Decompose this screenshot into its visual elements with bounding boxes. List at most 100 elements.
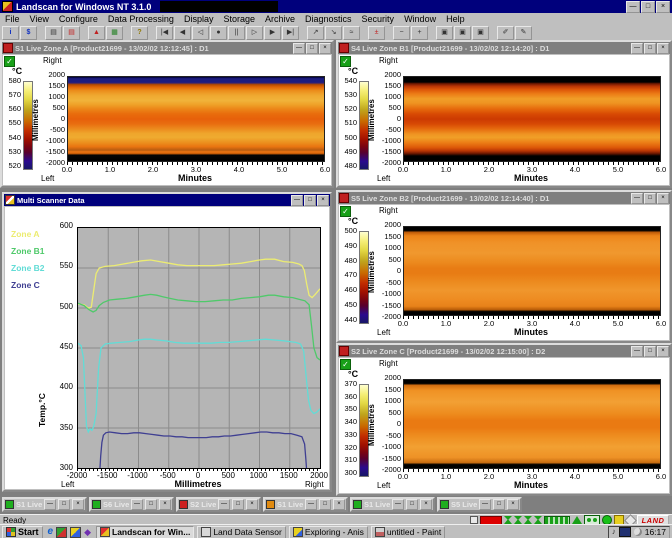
info-icon[interactable]: i — [2, 25, 19, 40]
close-icon[interactable] — [319, 42, 331, 54]
window-titlebar[interactable]: Multi Scanner Data — [4, 194, 330, 206]
display-icon[interactable] — [618, 527, 631, 537]
help-icon[interactable]: ? — [131, 25, 148, 40]
volume-icon[interactable]: ♪ — [612, 528, 616, 536]
task-button-3[interactable]: untitled - Paint — [370, 525, 446, 538]
menu-item-view[interactable]: View — [25, 14, 54, 24]
maximize-icon[interactable] — [493, 499, 505, 510]
minimize-icon[interactable] — [626, 0, 640, 13]
go-end-icon[interactable]: ▶| — [282, 25, 299, 40]
minimize-icon[interactable] — [291, 194, 303, 206]
print-alarm-icon[interactable]: ▤ — [63, 25, 80, 40]
power-icon[interactable] — [633, 528, 642, 536]
crosshair-icon[interactable]: ± — [368, 25, 385, 40]
step-back-icon[interactable]: ◁ — [192, 25, 209, 40]
minimize-icon[interactable] — [293, 42, 305, 54]
menu-item-security[interactable]: Security — [357, 14, 400, 24]
quick-launch-icon[interactable] — [70, 526, 82, 538]
menu-item-data-processing[interactable]: Data Processing — [103, 14, 179, 24]
maximize-icon[interactable] — [319, 499, 331, 510]
close-icon[interactable] — [72, 499, 84, 510]
close-icon[interactable] — [333, 499, 345, 510]
maximize-icon[interactable] — [406, 499, 418, 510]
window-titlebar[interactable]: S2 Live Zone C [Product21699 - 13/02/02 … — [338, 345, 670, 357]
maximize-icon[interactable] — [304, 194, 316, 206]
zoom-in-icon[interactable]: + — [411, 25, 428, 40]
minimized-window[interactable]: S1 Live Z... — [263, 497, 348, 512]
internet-explorer-icon[interactable]: e — [48, 527, 54, 537]
minimize-icon[interactable] — [631, 192, 643, 204]
maximize-icon[interactable] — [641, 0, 655, 13]
quick-launch-icon[interactable] — [56, 526, 68, 538]
maximize-icon[interactable] — [145, 499, 157, 510]
close-icon[interactable] — [159, 499, 171, 510]
minimized-window[interactable]: S5 Live Z... — [437, 497, 522, 512]
close-icon[interactable] — [507, 499, 519, 510]
copy-icon[interactable]: ▣ — [454, 25, 471, 40]
edit-icon[interactable]: ✐ — [497, 25, 514, 40]
menu-item-window[interactable]: Window — [399, 14, 441, 24]
pause-icon[interactable]: || — [228, 25, 245, 40]
close-icon[interactable] — [657, 345, 669, 357]
maximize-icon[interactable] — [644, 345, 656, 357]
clock[interactable]: 16:17 — [645, 527, 666, 537]
mm-axis-tick: 1500 — [384, 384, 401, 394]
trend-down-icon[interactable]: ↘ — [325, 25, 342, 40]
minimized-window[interactable]: S1 Live Z... — [2, 497, 87, 512]
menu-item-help[interactable]: Help — [441, 14, 470, 24]
close-icon[interactable] — [657, 192, 669, 204]
quick-launch-icon[interactable]: ◆ — [84, 527, 91, 537]
menu-item-archive[interactable]: Archive — [260, 14, 300, 24]
window-titlebar[interactable]: S1 Live Zone A [Product21699 - 13/02/02 … — [2, 42, 332, 54]
menu-item-file[interactable]: File — [0, 14, 25, 24]
maximize-icon[interactable] — [644, 192, 656, 204]
profile-icon[interactable]: ≈ — [343, 25, 360, 40]
minimize-icon[interactable] — [631, 42, 643, 54]
minimize-icon[interactable] — [44, 499, 56, 510]
close-icon[interactable] — [420, 499, 432, 510]
close-icon[interactable] — [656, 0, 670, 13]
maximize-icon[interactable] — [232, 499, 244, 510]
app-titlebar[interactable]: Landscan for Windows NT 3.1.0 — [0, 0, 672, 13]
maximize-icon[interactable] — [306, 42, 318, 54]
save-icon[interactable]: ▣ — [436, 25, 453, 40]
maximize-icon[interactable] — [644, 42, 656, 54]
window-titlebar[interactable]: S5 Live Zone B2 [Product21699 - 13/02/02… — [338, 192, 670, 204]
minimized-window[interactable]: S1 Live Z... — [350, 497, 435, 512]
zoom-out-icon[interactable]: − — [393, 25, 410, 40]
minimize-icon[interactable] — [218, 499, 230, 510]
start-button[interactable]: Start — [2, 525, 43, 538]
record-icon[interactable]: ● — [210, 25, 227, 40]
trend-up-icon[interactable]: ↗ — [307, 25, 324, 40]
menu-item-diagnostics[interactable]: Diagnostics — [300, 14, 357, 24]
maximize-icon[interactable] — [58, 499, 70, 510]
minimize-icon[interactable] — [131, 499, 143, 510]
window-titlebar[interactable]: S4 Live Zone B1 [Product21699 - 13/02/02… — [338, 42, 670, 54]
close-icon[interactable] — [246, 499, 258, 510]
minimized-window[interactable]: S2 Live Z... — [176, 497, 261, 512]
minimize-icon[interactable] — [305, 499, 317, 510]
menu-item-display[interactable]: Display — [179, 14, 219, 24]
step-forward-icon[interactable]: ▷ — [246, 25, 263, 40]
minimize-icon[interactable] — [631, 345, 643, 357]
print-icon[interactable]: ▤ — [45, 25, 62, 40]
temp-scale-tick: 560 — [8, 104, 21, 114]
close-icon[interactable] — [657, 42, 669, 54]
minimize-icon[interactable] — [392, 499, 404, 510]
palette-grid-icon[interactable]: ▦ — [106, 25, 123, 40]
currency-icon[interactable]: $ — [20, 25, 37, 40]
close-icon[interactable] — [317, 194, 329, 206]
task-button-0[interactable]: Landscan for Win... — [96, 525, 195, 538]
go-start-icon[interactable]: |◀ — [156, 25, 173, 40]
annotate-icon[interactable]: ✎ — [515, 25, 532, 40]
task-button-1[interactable]: Land Data Sensor — [197, 525, 286, 538]
play-icon[interactable]: ▶ — [264, 25, 281, 40]
task-button-2[interactable]: Exploring - Anis — [288, 525, 368, 538]
export-icon[interactable]: ▣ — [472, 25, 489, 40]
alarm-icon[interactable]: ▲ — [88, 25, 105, 40]
minimize-icon[interactable] — [479, 499, 491, 510]
minimized-window[interactable]: S6 Live Z... — [89, 497, 174, 512]
menu-item-storage[interactable]: Storage — [218, 14, 260, 24]
fast-back-icon[interactable]: ◀ — [174, 25, 191, 40]
menu-item-configure[interactable]: Configure — [54, 14, 103, 24]
